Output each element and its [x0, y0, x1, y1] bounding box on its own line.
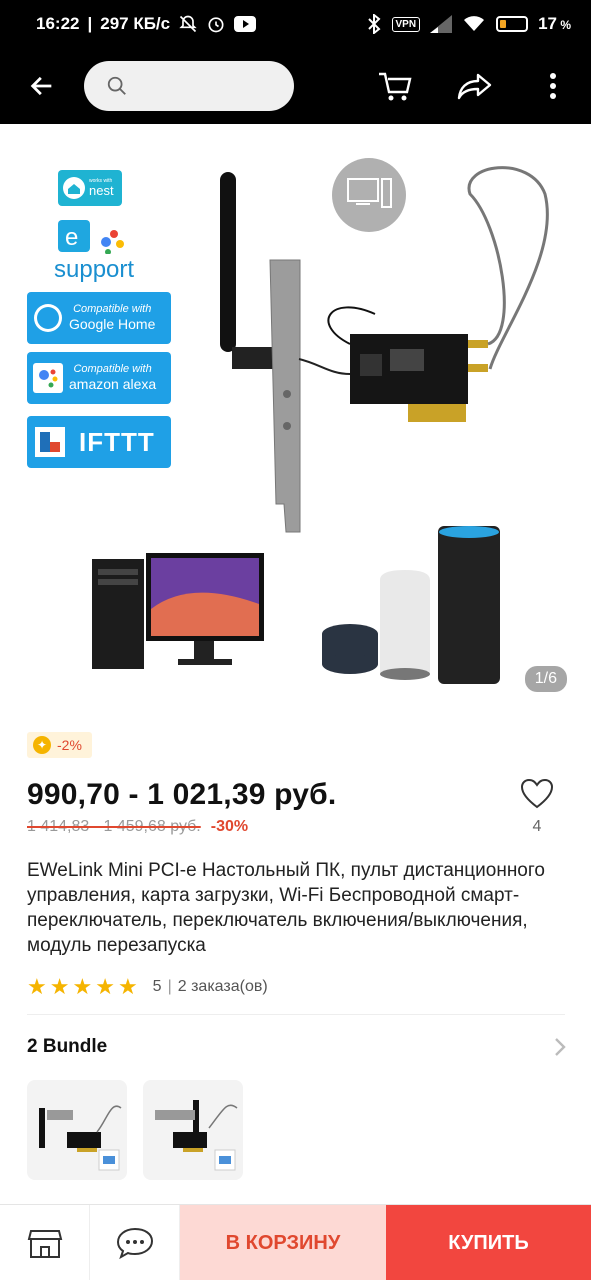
- home-icon: [63, 177, 85, 199]
- add-to-cart-button[interactable]: В КОРЗИНУ: [180, 1205, 386, 1280]
- share-icon: [457, 73, 492, 100]
- smart-speakers-image: [322, 526, 500, 684]
- search-icon: [107, 76, 126, 95]
- vpn-badge: VPN: [391, 16, 421, 32]
- bundle-label: 2 Bundle: [27, 1036, 108, 1057]
- signal-icon: [430, 15, 453, 33]
- more-button[interactable]: [515, 48, 591, 124]
- product-gallery[interactable]: works with nest e support Compatible wit…: [0, 124, 591, 714]
- battery-icon: [496, 16, 529, 32]
- svg-text:e: e: [65, 224, 78, 251]
- status-speed: 297 КБ/с: [100, 14, 171, 33]
- share-button[interactable]: [435, 48, 515, 124]
- store-icon: [27, 1230, 62, 1258]
- old-price: 1 414,83 - 1 459,68 руб.: [27, 818, 201, 835]
- heart-icon: [520, 778, 554, 809]
- chat-icon: [116, 1227, 153, 1260]
- pcie-card-thumbnail: [39, 1105, 122, 1171]
- discount-percent: -30%: [210, 818, 249, 835]
- store-button[interactable]: [0, 1205, 90, 1280]
- ifttt-badge: IFTTT: [27, 416, 171, 468]
- back-arrow-icon: [30, 76, 52, 96]
- product-title: EWeLink Mini PCI-e Настольный ПК, пульт …: [27, 860, 545, 956]
- star-icon: ★: [27, 974, 48, 999]
- amazon-alexa-badge: Compatible with amazon alexa: [27, 352, 171, 404]
- old-price-row: 1 414,83 - 1 459,68 руб. -30%: [27, 818, 248, 836]
- youtube-icon: [234, 16, 257, 32]
- rating-row[interactable]: ★ ★ ★ ★ ★ 5 | 2 заказа(ов): [27, 974, 268, 1000]
- buy-now-button[interactable]: КУПИТЬ: [386, 1205, 591, 1280]
- pcie-card-thumbnail: [155, 1100, 238, 1171]
- pcie-card-image: [220, 166, 549, 533]
- status-time: 16:22: [36, 14, 80, 33]
- works-with-nest-badge: works with nest: [58, 170, 122, 206]
- wishlist-button[interactable]: 4: [517, 778, 557, 836]
- battery-level: 17 %: [538, 14, 571, 33]
- product-price: 990,70 - 1 021,39 руб.: [27, 778, 337, 811]
- star-icon: ★: [95, 974, 116, 999]
- coin-discount-badge: ✦ -2%: [27, 732, 92, 758]
- app-bar: [0, 48, 591, 124]
- back-button[interactable]: [0, 48, 84, 124]
- divider: [27, 1014, 565, 1015]
- star-icon: ★: [72, 974, 94, 999]
- wishlist-count: 4: [532, 818, 542, 835]
- google-home-badge: Compatible with Google Home: [27, 292, 171, 344]
- more-icon: [550, 73, 556, 99]
- ewelink-support-badge: e support: [54, 220, 149, 282]
- rating-stars: ★ ★ ★ ★ ★: [27, 974, 139, 1000]
- status-bar: 16:22 | 297 КБ/с VPN 17 %: [0, 0, 591, 48]
- google-assistant-icon: [33, 363, 63, 393]
- bundle-thumbnails: [27, 1080, 243, 1180]
- desktop-computer-image: [92, 553, 264, 669]
- rating-value: 5: [152, 978, 162, 995]
- ifttt-icon: [35, 427, 65, 457]
- chevron-right-icon: [555, 1038, 566, 1056]
- wifi-icon: [464, 16, 485, 31]
- ewelink-logo-icon: e: [58, 220, 124, 255]
- alarm-icon: [208, 17, 224, 33]
- chat-button[interactable]: [90, 1205, 180, 1280]
- star-icon: ★: [117, 974, 139, 999]
- star-icon: ★: [49, 974, 71, 999]
- search-bar[interactable]: [84, 61, 294, 111]
- google-home-icon: [34, 304, 62, 332]
- bundle-option-thumbnail[interactable]: [143, 1080, 243, 1180]
- cart-icon: [379, 72, 412, 101]
- bottom-action-bar: В КОРЗИНУ КУПИТЬ: [0, 1204, 591, 1280]
- cart-button[interactable]: [355, 48, 435, 124]
- bundle-selector[interactable]: 2 Bundle: [27, 1036, 567, 1058]
- bell-off-icon: [179, 15, 197, 33]
- coin-icon: ✦: [33, 736, 51, 754]
- search-input[interactable]: [136, 77, 286, 95]
- bluetooth-icon: [367, 14, 380, 34]
- bundle-option-thumbnail[interactable]: [27, 1080, 127, 1180]
- coin-discount-value: -2%: [57, 737, 82, 753]
- orders-count: 2 заказа(ов): [177, 978, 268, 995]
- image-counter: 1/6: [524, 666, 567, 692]
